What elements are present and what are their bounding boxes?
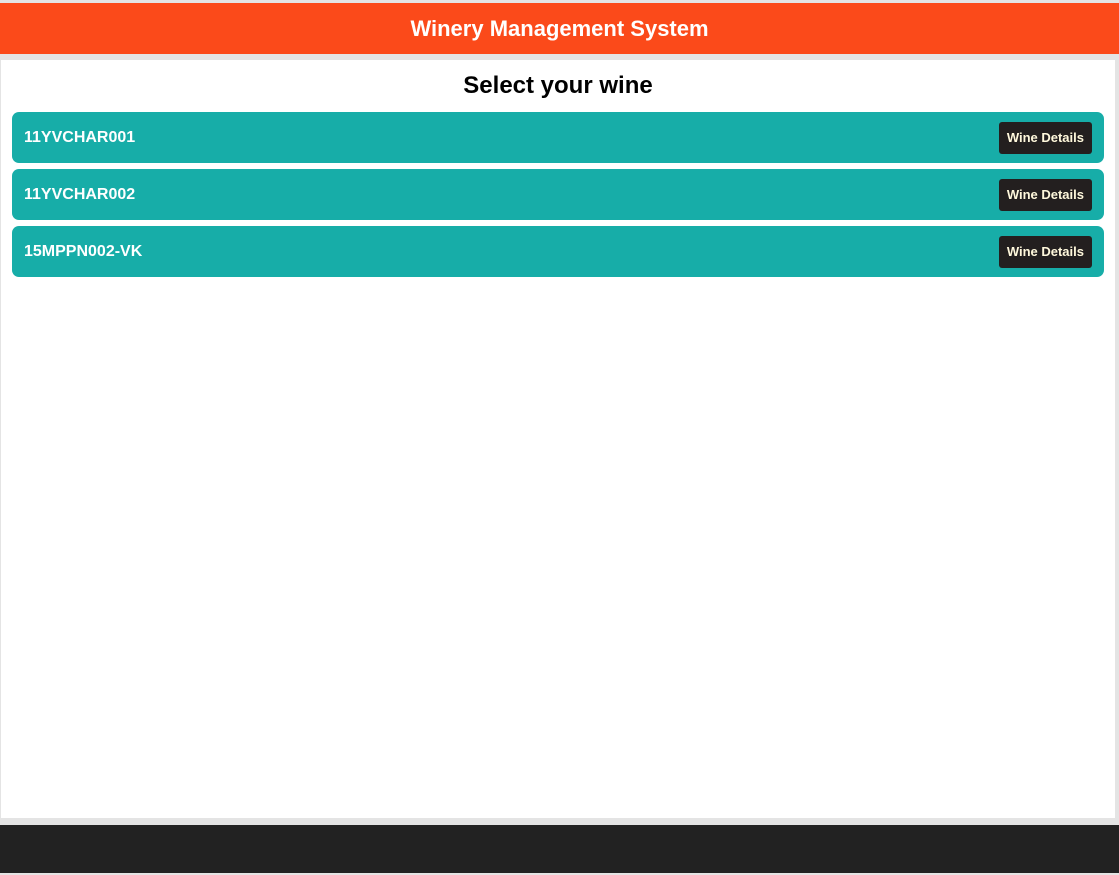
app-header: Winery Management System [0,3,1119,54]
wine-code: 11YVCHAR001 [24,128,136,146]
wine-details-button[interactable]: Wine Details [998,121,1092,154]
wine-list-item[interactable]: 11YVCHAR002 Wine Details [12,169,1104,220]
page-title: Select your wine [463,72,653,99]
wine-details-button[interactable]: Wine Details [998,178,1092,211]
wine-list: 11YVCHAR001 Wine Details 11YVCHAR002 Win… [12,112,1104,283]
wine-list-item[interactable]: 11YVCHAR001 Wine Details [12,112,1104,163]
wine-details-button[interactable]: Wine Details [998,235,1092,268]
app-window: Winery Management System Select your win… [0,0,1119,875]
wine-code: 11YVCHAR002 [24,185,136,203]
main-panel: Select your wine 11YVCHAR001 Wine Detail… [1,60,1115,818]
app-footer [0,825,1119,873]
app-title: Winery Management System [410,15,709,41]
wine-code: 15MPPN002-VK [24,242,143,260]
wine-list-item[interactable]: 15MPPN002-VK Wine Details [12,226,1104,277]
